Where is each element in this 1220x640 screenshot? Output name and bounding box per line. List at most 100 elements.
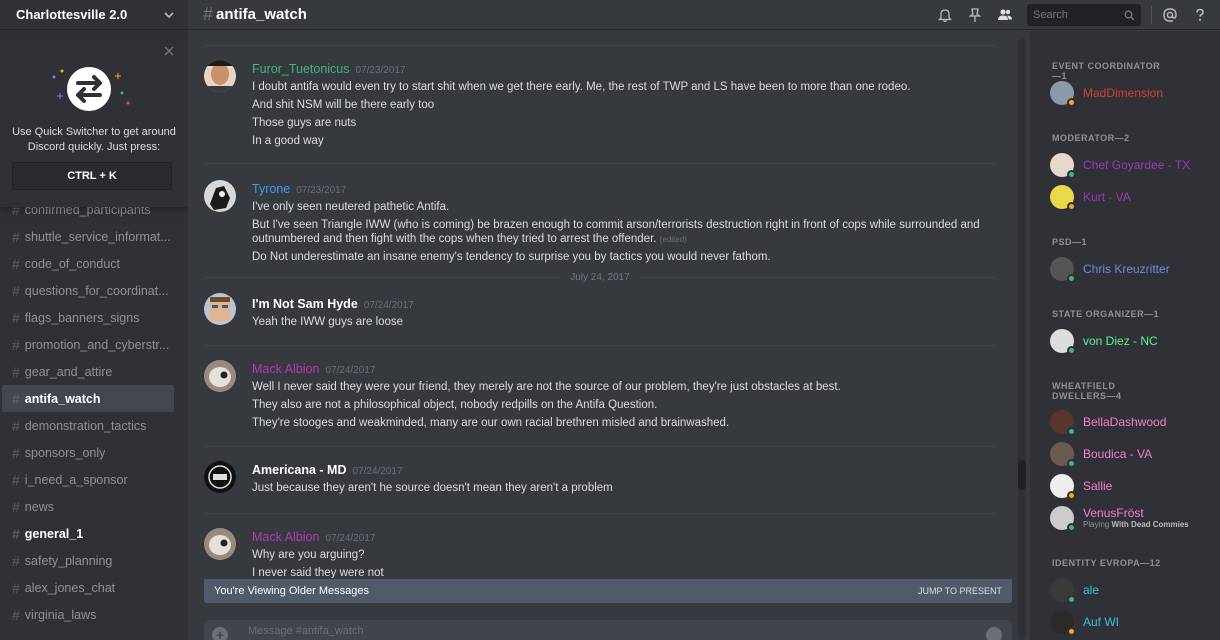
channel-list: # confirmed_participants # shuttle_service… [0,196,188,628]
member-item[interactable]: von Diez - NC [1050,327,1158,355]
channel-sponsors-only[interactable]: # sponsors_only [2,439,174,466]
member-item[interactable]: ale [1050,576,1099,604]
message-header: Americana - MD 07/24/2017 [252,463,403,477]
message-group: I'm Not Sam Hyde 07/24/2017 Yeah the IWW… [204,283,996,343]
message-group: Furor_Tuetonicus 07/23/2017 I doubt anti… [204,45,996,163]
channel-alex-jones-chat[interactable]: # alex_jones_chat [2,574,174,601]
channel-general-1[interactable]: # general_1 [2,520,174,547]
message-text: I doubt antifa would even try to start s… [252,81,911,93]
author-name[interactable]: I'm Not Sam Hyde [252,297,358,311]
channel-code-of-conduct[interactable]: # code_of_conduct [2,250,174,277]
channel-label: virginia_laws [24,607,97,622]
role-header: EVENT COORDINATOR—1 [1052,61,1161,81]
channel-demonstration-tactics[interactable]: # demonstration_tactics [2,412,174,439]
hash-icon: # [12,255,20,272]
channel-flags-banners[interactable]: # flags_banners_signs [2,304,174,331]
channel-promotion[interactable]: # promotion_and_cyberstr... [2,331,174,358]
member-item[interactable]: Boudica - VA [1050,440,1152,468]
message-composer[interactable]: + Message #antifa_watch [204,620,1012,640]
server-header[interactable]: Charlottesville 2.0 [0,0,188,30]
timestamp: 07/24/2017 [363,300,414,311]
status-indicator [1067,523,1076,532]
channel-i-need-a-sponsor[interactable]: # i_need_a_sponsor [2,466,174,493]
channel-shuttle-service[interactable]: # shuttle_service_informat... [2,223,174,250]
member-list: EVENT COORDINATOR—1 MadDimension MODERAT… [1030,31,1220,640]
hash-icon: # [12,579,20,596]
member-item[interactable]: Sallie [1050,472,1112,500]
avatar [1050,410,1076,436]
author-name[interactable]: Americana - MD [252,463,346,477]
members-icon[interactable] [997,7,1013,23]
avatar [1050,329,1076,355]
message-text: They also are not a philosophical object… [252,399,658,411]
message-text: Yeah the IWW guys are loose [252,316,404,328]
date-divider: July 24, 2017 [204,270,996,284]
status-indicator [1067,427,1076,436]
member-item[interactable]: BellaDashwood [1050,408,1166,436]
avatar[interactable] [204,360,236,392]
message-text: But I've seen Triangle IWW (who is comin… [252,219,980,231]
channel-label: demonstration_tactics [24,418,147,433]
message-text: outnumbered and then fight with the cops… [252,232,988,247]
help-icon[interactable] [1192,7,1208,23]
author-name[interactable]: Tyrone [252,182,290,196]
author-name[interactable]: Mack Albion [252,530,319,544]
author-name[interactable]: Furor_Tuetonicus [252,62,350,76]
channel-label: i_need_a_sponsor [24,472,128,487]
status-indicator [1067,346,1076,355]
channel-antifa-watch[interactable]: # antifa_watch [2,385,174,412]
avatar[interactable] [204,461,236,493]
server-name: Charlottesville 2.0 [16,7,128,22]
pin-icon[interactable] [967,7,983,23]
search-input[interactable]: Search [1027,4,1141,26]
hash-icon: # [12,282,20,299]
role-header: MODERATOR—2 [1052,133,1130,143]
member-item[interactable]: VenusFröst Playing With Dead Commies [1050,504,1189,532]
scrollbar-thumb[interactable] [1018,460,1026,490]
status-indicator [1067,202,1076,211]
message-group: Mack Albion 07/24/2017 Why are you argui… [204,513,996,578]
avatar [1050,578,1076,604]
channel-questions[interactable]: # questions_for_coordinat... [2,277,174,304]
channel-gear-and-attire[interactable]: # gear_and_attire [2,358,174,385]
avatar[interactable] [204,293,236,325]
mention-icon[interactable] [1162,7,1178,23]
hash-icon: # [12,444,20,461]
avatar[interactable] [204,528,236,560]
hash-icon: # [12,228,20,245]
quick-switcher-text: Use Quick Switcher to get around Discord… [12,126,176,153]
channel-label: code_of_conduct [24,256,121,271]
member-item[interactable]: Chris Kreuzritter [1050,255,1170,283]
divider-rule [204,276,563,278]
member-name: Auf WI [1083,615,1120,629]
edited-label: (edited) [659,235,687,244]
avatar[interactable] [204,60,236,92]
jump-to-present-button[interactable]: JUMP TO PRESENT [918,586,1002,596]
member-item[interactable]: Kurt - VA [1050,183,1131,211]
member-activity: Playing With Dead Commies [1083,520,1189,529]
channel-title-text: antifa_watch [216,6,307,23]
channel-safety-planning[interactable]: # safety_planning [2,547,174,574]
message-header: Furor_Tuetonicus 07/23/2017 [252,62,406,76]
upload-plus-icon[interactable]: + [212,627,228,640]
chevron-down-icon[interactable] [164,10,174,20]
member-item[interactable]: Chef Goyardee - TX [1050,151,1190,179]
timestamp: 07/23/2017 [355,65,406,76]
member-item[interactable]: MadDimension [1050,79,1163,107]
close-icon[interactable] [163,45,175,57]
author-name[interactable]: Mack Albion [252,362,319,376]
channel-label: promotion_and_cyberstr... [24,337,170,352]
avatar[interactable] [204,180,236,212]
member-name: Boudica - VA [1083,447,1153,461]
message-input[interactable]: Message #antifa_watch [248,625,364,637]
message-text: And shit NSM will be there early too [252,99,435,111]
role-header: PSD—1 [1052,237,1088,247]
message-text: Those guys are nuts [252,117,357,129]
emoji-icon[interactable] [986,627,1002,640]
message-scrollbar[interactable] [1018,38,1026,640]
member-item[interactable]: Auf WI [1050,608,1119,636]
channel-news[interactable]: # news [2,493,174,520]
message-text: They're stooges and weakminded, many are… [252,417,730,429]
bell-icon[interactable] [937,7,953,23]
channel-virginia-laws[interactable]: # virginia_laws [2,601,174,628]
